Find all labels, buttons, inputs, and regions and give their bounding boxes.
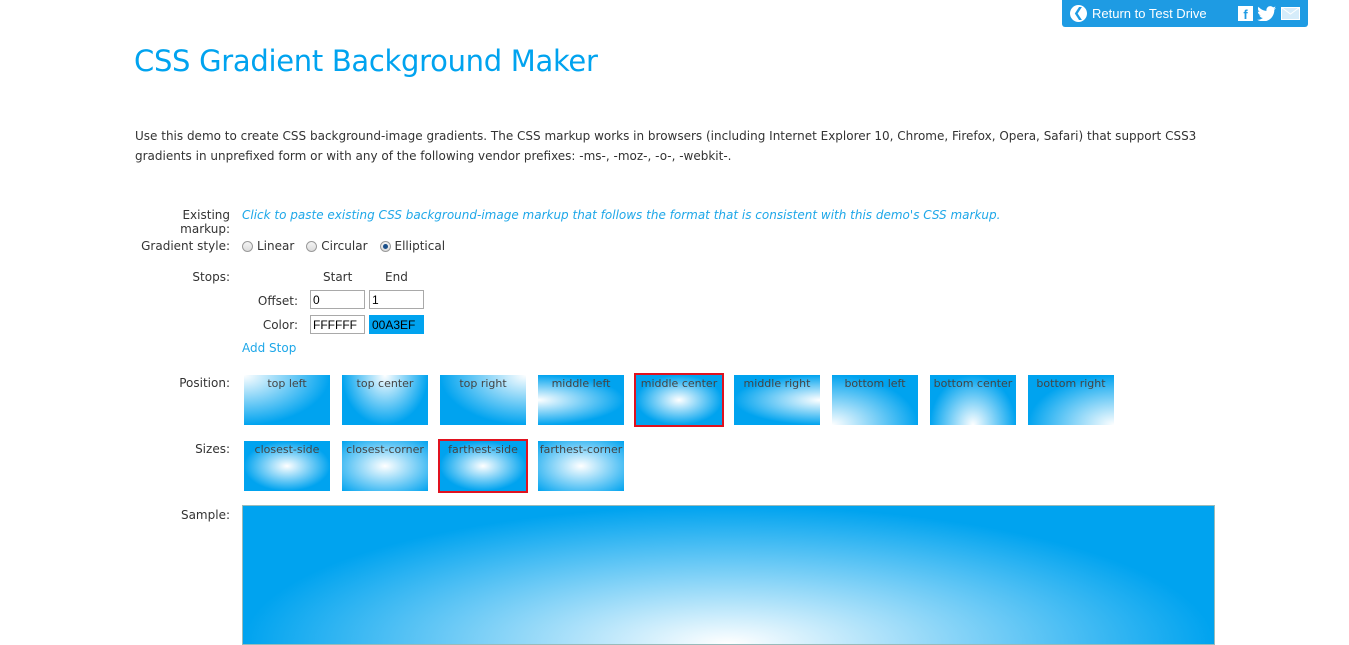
sizes-label: Sizes:	[195, 442, 230, 456]
position-label: Position:	[179, 376, 230, 390]
gradient-style-label: Gradient style:	[141, 239, 230, 253]
position-option-middle-center[interactable]: middle center	[634, 373, 724, 427]
position-option-bottom-center[interactable]: bottom center	[930, 375, 1016, 425]
intro-text: Use this demo to create CSS background-i…	[135, 129, 1197, 163]
facebook-icon[interactable]: f	[1238, 6, 1253, 21]
top-bar: ❮ Return to Test Drive f	[1062, 0, 1308, 27]
paste-existing-markup-link[interactable]: Click to paste existing CSS background-i…	[242, 208, 1000, 222]
radio-linear-button[interactable]	[242, 240, 253, 252]
stops-label: Stops:	[192, 270, 230, 284]
offset-label: Offset:	[257, 294, 298, 308]
radio-circular-button[interactable]	[306, 240, 318, 252]
return-to-test-drive-link[interactable]: Return to Test Drive	[1092, 6, 1207, 21]
twitter-icon[interactable]	[1257, 6, 1277, 21]
position-option-top-center[interactable]: top center	[342, 375, 428, 425]
page-title: CSS Gradient Background Maker	[134, 44, 598, 78]
radio-circular-label: Circular	[321, 239, 368, 253]
size-option-closest-corner[interactable]: closest-corner	[342, 441, 428, 491]
size-option-closest-side[interactable]: closest-side	[244, 441, 330, 491]
back-arrow-icon[interactable]: ❮	[1070, 5, 1087, 22]
position-option-top-left[interactable]: top left	[244, 375, 330, 425]
size-option-farthest-corner[interactable]: farthest-corner	[538, 441, 624, 491]
stops-column-start: Start	[323, 270, 353, 284]
radio-linear-label: Linear	[257, 239, 295, 253]
gradient-sample-preview	[242, 505, 1215, 645]
position-option-bottom-right[interactable]: bottom right	[1028, 375, 1114, 425]
start-color-input[interactable]	[310, 315, 365, 334]
position-option-middle-left[interactable]: middle left	[538, 375, 624, 425]
radio-circular[interactable]: Circular	[306, 239, 368, 253]
email-icon[interactable]	[1281, 7, 1300, 20]
stops-column-end: End	[385, 270, 408, 284]
radio-linear[interactable]: Linear	[242, 239, 294, 253]
position-option-middle-right[interactable]: middle right	[734, 375, 820, 425]
gradient-style-radio-group: Linear Circular Elliptical	[242, 239, 445, 253]
end-offset-input[interactable]	[369, 290, 424, 309]
radio-elliptical-button[interactable]	[379, 240, 391, 252]
add-stop-link[interactable]: Add Stop	[242, 341, 296, 355]
start-offset-input[interactable]	[310, 290, 365, 309]
position-option-top-right[interactable]: top right	[440, 375, 526, 425]
existing-markup-label: Existing markup:	[180, 208, 230, 236]
social-links: f	[1238, 6, 1300, 21]
radio-elliptical[interactable]: Elliptical	[379, 239, 446, 253]
position-option-bottom-left[interactable]: bottom left	[832, 375, 918, 425]
radio-elliptical-label: Elliptical	[394, 239, 446, 253]
sample-label: Sample:	[180, 508, 230, 522]
color-label: Color:	[262, 318, 298, 332]
size-option-farthest-side[interactable]: farthest-side	[438, 439, 528, 493]
end-color-input[interactable]	[369, 315, 424, 334]
